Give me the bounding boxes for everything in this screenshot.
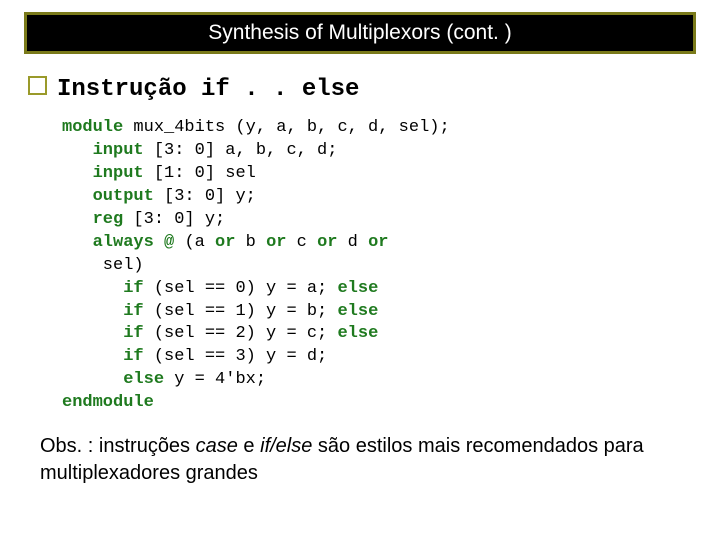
kw-or: or [215,233,235,252]
code-text: d [337,233,368,252]
kw-else: else [337,302,378,321]
code-block: module mux_4bits (y, a, b, c, d, sel); i… [62,117,720,415]
code-text: [3: 0] a, b, c, d; [144,141,338,160]
code-text: [1: 0] sel [144,164,256,183]
kw-input: input [93,141,144,160]
kw-reg: reg [93,210,124,229]
note-part: e [238,435,260,457]
kw-input: input [93,164,144,183]
code-text: (a [184,233,215,252]
code-text: (sel == 1) y = b; [144,302,338,321]
kw-if: if [123,324,143,343]
kw-at: @ [154,233,185,252]
kw-always: always [93,233,154,252]
note-text: Obs. : instruções case e if/else são est… [40,433,680,487]
code-text: (sel == 3) y = d; [144,347,328,366]
note-italic: if/else [260,435,312,457]
kw-if: if [123,347,143,366]
kw-or: or [317,233,337,252]
kw-module: module [62,118,123,137]
slide-title: Synthesis of Multiplexors (cont. ) [208,21,511,44]
code-text: (sel == 0) y = a; [144,279,338,298]
title-bar: Synthesis of Multiplexors (cont. ) [24,12,696,54]
code-text: y = 4'bx; [164,370,266,389]
bullet-square-icon [28,76,47,95]
kw-else: else [123,370,164,389]
slide: Synthesis of Multiplexors (cont. ) Instr… [0,12,720,552]
kw-or: or [266,233,286,252]
note-part: Obs. : instruções [40,435,196,457]
code-text: c [286,233,317,252]
kw-else: else [337,279,378,298]
code-text: mux_4bits (y, a, b, c, d, sel); [123,118,449,137]
code-text: [3: 0] y; [123,210,225,229]
kw-endmodule: endmodule [62,393,154,412]
kw-if: if [123,279,143,298]
note-italic: case [196,435,238,457]
kw-output: output [93,187,154,206]
section-heading: Instrução if . . else [28,72,720,103]
code-text: (sel == 2) y = c; [144,324,338,343]
kw-or: or [368,233,388,252]
kw-else: else [337,324,378,343]
section-text: Instrução if . . else [57,76,359,103]
code-text: sel) [93,256,144,275]
code-text: b [235,233,266,252]
kw-if: if [123,302,143,321]
code-text: [3: 0] y; [154,187,256,206]
